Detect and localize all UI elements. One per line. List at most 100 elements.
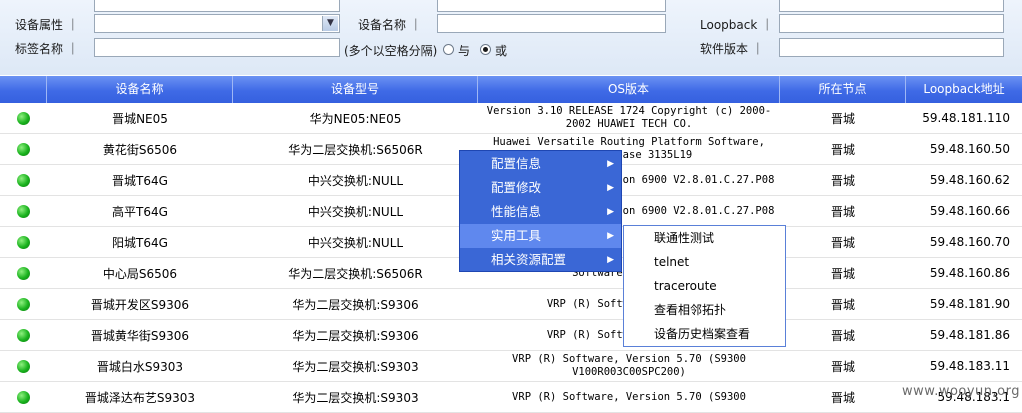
status-online-icon <box>17 173 30 187</box>
loopback-cell: 59.48.181.110 <box>922 111 1010 125</box>
status-online-icon <box>17 328 30 342</box>
loopback-cell: 59.48.160.50 <box>929 142 1010 156</box>
status-cell <box>0 258 47 288</box>
device-name-cell: 晋城NE05 <box>112 111 168 126</box>
node-cell: 晋城 <box>830 328 855 343</box>
loopback-cell: 59.48.160.70 <box>929 235 1010 249</box>
radio-and[interactable] <box>443 44 454 55</box>
device-name-cell: 晋城开发区S9306 <box>90 297 190 312</box>
table-row[interactable]: 晋城黄华街S9306华为二层交换机:S9306VRP (R) Software,… <box>0 320 1022 351</box>
loopback-cell: 59.48.181.90 <box>929 297 1010 311</box>
menu-item-performance[interactable]: 性能信息 ▶ <box>460 200 621 224</box>
status-cell <box>0 103 47 133</box>
status-cell <box>0 134 47 164</box>
submenu-traceroute[interactable]: traceroute <box>624 274 785 298</box>
table-row[interactable]: 晋城白水S9303 华为二层交换机:S9303 VRP (R) Software, … <box>0 351 1022 382</box>
status-online-icon <box>17 142 30 156</box>
filter-panel: 设备属性 ｜ ▼ 设备名称 ｜ Loopback ｜ 标签名称 ｜ (多个以空格… <box>0 0 1022 75</box>
status-online-icon <box>17 235 30 249</box>
device-model-cell: 华为二层交换机:S9303 <box>292 359 419 374</box>
loopback-cell: 59.48.160.62 <box>929 173 1010 187</box>
tools-submenu: 联通性测试 telnet traceroute 查看相邻拓扑 设备历史档案查看 <box>623 225 786 347</box>
header-loopback[interactable]: Loopback地址 <box>906 76 1022 103</box>
header-device-name[interactable]: 设备名称 <box>47 76 233 103</box>
device-attr-select[interactable]: ▼ <box>94 14 340 33</box>
device-model-cell: 中兴交换机:NULL <box>307 235 404 250</box>
os-version-cell: VRP (R) Software, Version 5.70 (S9300 <box>512 390 746 403</box>
menu-item-label: 实用工具 <box>491 228 542 243</box>
status-online-icon <box>17 111 30 125</box>
device-attr-label: 设备属性 ｜ <box>15 18 79 32</box>
submenu-device-history[interactable]: 设备历史档案查看 <box>624 322 785 346</box>
chevron-right-icon: ▶ <box>607 159 614 169</box>
top-field-2[interactable] <box>437 0 666 12</box>
software-version-label: 软件版本 ｜ <box>700 42 764 56</box>
node-cell: 晋城 <box>830 390 855 405</box>
chevron-right-icon: ▶ <box>607 183 614 193</box>
table-row[interactable]: 晋城开发区S9306华为二层交换机:S9306VRP (R) Software,… <box>0 289 1022 320</box>
node-cell: 晋城 <box>830 266 855 281</box>
status-cell <box>0 196 47 226</box>
device-name-input[interactable] <box>437 14 666 33</box>
device-name-cell: 晋城黄华街S9306 <box>90 328 190 343</box>
loopback-cell: 59.48.160.86 <box>929 266 1010 280</box>
device-name-cell: 晋城泽达布艺S9303 <box>84 390 196 405</box>
menu-item-related-resources[interactable]: 相关资源配置 ▶ <box>460 248 621 272</box>
device-name-cell: 晋城T64G <box>112 173 168 188</box>
chevron-right-icon: ▶ <box>607 207 614 217</box>
menu-item-config-info[interactable]: 配置信息 ▶ <box>460 152 621 176</box>
submenu-neighbor-topology[interactable]: 查看相邻拓扑 <box>624 298 785 322</box>
context-menu: 配置信息 ▶ 配置修改 ▶ 性能信息 ▶ 实用工具 ▶ 相关资源配置 ▶ <box>459 150 622 272</box>
tag-name-label: 标签名称 ｜ <box>15 42 79 56</box>
device-model-cell: 华为二层交换机:S9306 <box>292 328 419 343</box>
status-online-icon <box>17 266 30 280</box>
status-cell <box>0 165 47 195</box>
device-model-cell: 华为NE05:NE05 <box>309 111 402 126</box>
device-name-cell: 阳城T64G <box>112 235 168 250</box>
loopback-input[interactable] <box>779 14 1004 33</box>
device-model-cell: 华为二层交换机:S6506R <box>288 142 423 157</box>
menu-item-label: 配置信息 <box>491 156 542 171</box>
submenu-connectivity-test[interactable]: 联通性测试 <box>624 226 785 250</box>
node-cell: 晋城 <box>830 297 855 312</box>
node-cell: 晋城 <box>830 204 855 219</box>
top-field-3[interactable] <box>779 0 1004 12</box>
software-version-input[interactable] <box>779 38 1004 57</box>
status-cell <box>0 227 47 257</box>
loopback-label: Loopback ｜ <box>700 18 774 32</box>
os-version-cell: Version 3.10 RELEASE 1724 Copyright (c) … <box>486 105 772 130</box>
radio-or[interactable] <box>480 44 491 55</box>
device-name-cell: 高平T64G <box>112 204 168 219</box>
device-model-cell: 华为二层交换机:S9303 <box>292 390 419 405</box>
status-online-icon <box>17 359 30 373</box>
chevron-right-icon: ▶ <box>607 231 614 241</box>
status-cell <box>0 289 47 319</box>
table-row[interactable]: 晋城NE05 华为NE05:NE05 Version 3.10 RELEASE 17… <box>0 103 1022 134</box>
menu-item-label: 相关资源配置 <box>491 252 567 267</box>
chevron-down-icon[interactable]: ▼ <box>322 16 338 31</box>
table-row[interactable]: 晋城泽达布艺S9303 华为二层交换机:S9303 VRP (R) Software… <box>0 382 1022 413</box>
node-cell: 晋城 <box>830 235 855 250</box>
header-status <box>0 76 47 103</box>
table-header: 设备名称 设备型号 OS版本 所在节点 Loopback地址 <box>0 76 1022 103</box>
menu-item-config-modify[interactable]: 配置修改 ▶ <box>460 176 621 200</box>
header-os-version[interactable]: OS版本 <box>478 76 780 103</box>
device-name-cell: 黄花街S6506 <box>102 142 178 157</box>
radio-and-label: 与 <box>458 44 471 58</box>
device-name-cell: 中心局S6506 <box>102 266 178 281</box>
status-cell <box>0 382 47 412</box>
node-cell: 晋城 <box>830 142 855 157</box>
tag-name-input[interactable] <box>94 38 340 57</box>
status-online-icon <box>17 390 30 404</box>
menu-item-tools[interactable]: 实用工具 ▶ <box>460 224 621 248</box>
status-cell <box>0 320 47 350</box>
submenu-telnet[interactable]: telnet <box>624 250 785 274</box>
top-field-1[interactable] <box>94 0 340 12</box>
device-model-cell: 华为二层交换机:S6506R <box>288 266 423 281</box>
menu-item-label: 配置修改 <box>491 180 542 195</box>
header-node[interactable]: 所在节点 <box>780 76 906 103</box>
device-model-cell: 中兴交换机:NULL <box>307 204 404 219</box>
node-cell: 晋城 <box>830 359 855 374</box>
device-model-cell: 中兴交换机:NULL <box>307 173 404 188</box>
header-device-model[interactable]: 设备型号 <box>233 76 478 103</box>
